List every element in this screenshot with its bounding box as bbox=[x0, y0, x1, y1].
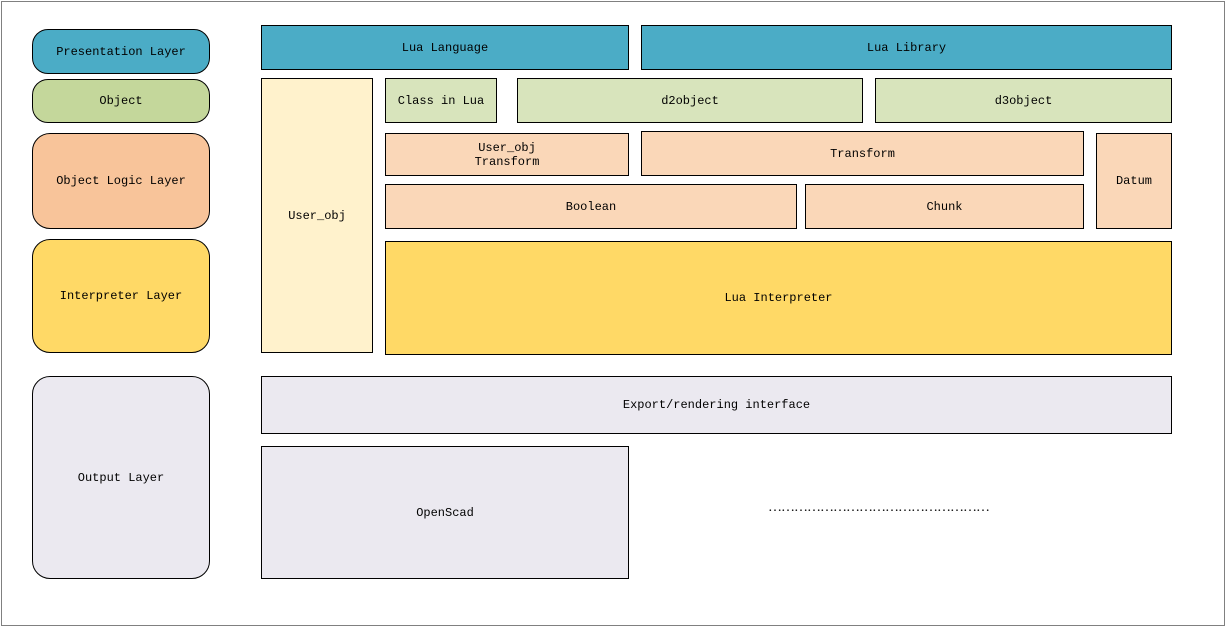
layer-object-logic: Object Logic Layer bbox=[32, 133, 210, 229]
block-export-interface: Export/rendering interface bbox=[261, 376, 1172, 434]
more-outputs-ellipsis: …………………………………………… bbox=[768, 500, 990, 515]
block-user-obj: User_obj bbox=[261, 78, 373, 353]
layer-object: Object bbox=[32, 79, 210, 123]
layer-output: Output Layer bbox=[32, 376, 210, 579]
block-d3object: d3object bbox=[875, 78, 1172, 123]
architecture-diagram: Presentation Layer Object Object Logic L… bbox=[0, 0, 1226, 627]
block-boolean: Boolean bbox=[385, 184, 797, 229]
layer-interpreter: Interpreter Layer bbox=[32, 239, 210, 353]
block-class-in-lua: Class in Lua bbox=[385, 78, 497, 123]
block-chunk: Chunk bbox=[805, 184, 1084, 229]
block-user-obj-transform: User_obj Transform bbox=[385, 133, 629, 176]
block-openscad: OpenScad bbox=[261, 446, 629, 579]
block-lua-library: Lua Library bbox=[641, 25, 1172, 70]
block-lua-language: Lua Language bbox=[261, 25, 629, 70]
block-transform: Transform bbox=[641, 131, 1084, 176]
block-lua-interpreter: Lua Interpreter bbox=[385, 241, 1172, 355]
layer-presentation: Presentation Layer bbox=[32, 29, 210, 74]
block-d2object: d2object bbox=[517, 78, 863, 123]
block-datum: Datum bbox=[1096, 133, 1172, 229]
